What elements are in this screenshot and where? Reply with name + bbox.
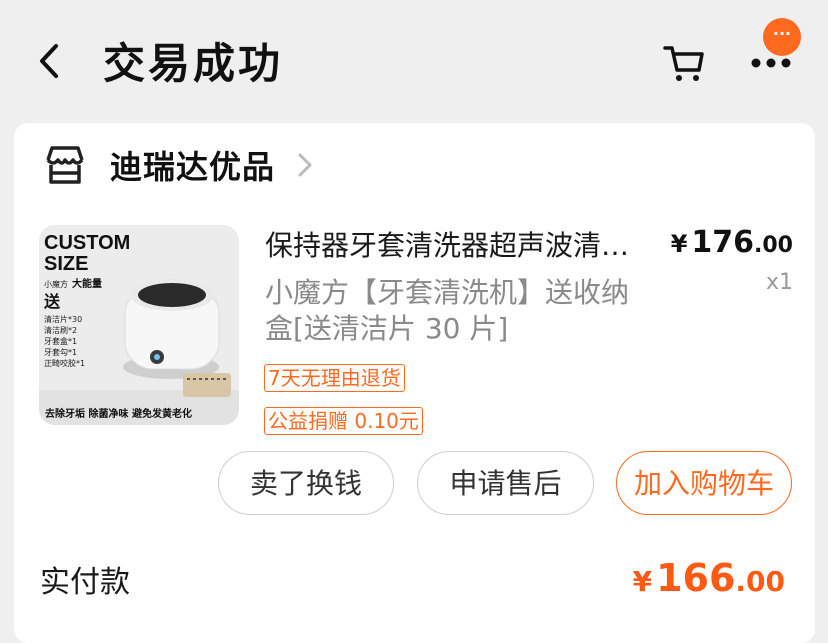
cart-button[interactable] xyxy=(660,40,708,86)
order-card: 迪瑞达优品 CUSTOM SIZE 小魔方 大能量 送 清洁片*30 清洁刷*2… xyxy=(14,123,815,643)
product-price: ¥176.00 xyxy=(671,225,793,260)
product-quantity: x1 xyxy=(765,270,793,295)
sell-button[interactable]: 卖了换钱 xyxy=(218,451,394,515)
paid-amount-label: 实付款 xyxy=(40,565,130,600)
svg-text:小魔方: 小魔方 xyxy=(44,279,68,289)
svg-text:清洁片*30: 清洁片*30 xyxy=(44,314,82,324)
add-to-cart-button[interactable]: 加入购物车 xyxy=(616,451,792,515)
price-integer: 176 xyxy=(691,225,755,260)
product-image[interactable]: CUSTOM SIZE 小魔方 大能量 送 清洁片*30 清洁刷*2 牙套盒*1… xyxy=(39,225,239,425)
charity-tag: 公益捐赠 0.10元 xyxy=(264,407,423,435)
product-title[interactable]: 保持器牙套清洗器超声波清洗机 xyxy=(265,224,655,264)
message-badge[interactable]: ··· xyxy=(763,18,801,56)
top-nav-bar: 交易成功 ··· xyxy=(0,0,828,120)
paid-symbol: ¥ xyxy=(632,565,653,598)
svg-text:牙套勾*1: 牙套勾*1 xyxy=(44,347,77,357)
page-title: 交易成功 xyxy=(103,39,284,88)
svg-text:牙套盒*1: 牙套盒*1 xyxy=(44,336,77,346)
svg-text:清洁刷*2: 清洁刷*2 xyxy=(44,325,77,335)
return-policy-tag: 7天无理由退货 xyxy=(264,364,405,392)
svg-text:送: 送 xyxy=(43,292,61,311)
product-photo: CUSTOM SIZE 小魔方 大能量 送 清洁片*30 清洁刷*2 牙套盒*1… xyxy=(39,225,239,425)
svg-text:去除牙垢 除菌净味 避免发黄老化: 去除牙垢 除菌净味 避免发黄老化 xyxy=(45,407,192,420)
shop-name: 迪瑞达优品 xyxy=(110,148,276,186)
paid-decimal: .00 xyxy=(735,565,785,598)
svg-text:大能量: 大能量 xyxy=(72,277,102,290)
back-button[interactable] xyxy=(30,38,70,84)
svg-text:SIZE: SIZE xyxy=(44,253,88,275)
svg-text:CUSTOM: CUSTOM xyxy=(44,232,130,254)
svg-text:正畸咬胶*1: 正畸咬胶*1 xyxy=(44,358,85,368)
store-icon xyxy=(46,146,84,184)
price-symbol: ¥ xyxy=(670,230,688,258)
cart-icon xyxy=(663,46,704,81)
price-decimal: .00 xyxy=(754,233,793,258)
product-spec: 小魔方【牙套清洗机】送收纳盒[送清洁片 30 片] xyxy=(265,276,630,345)
chevron-right-icon xyxy=(298,153,312,177)
after-sale-button[interactable]: 申请售后 xyxy=(417,451,594,515)
chevron-left-icon xyxy=(40,44,58,78)
paid-amount: ¥166.00 xyxy=(633,556,785,600)
paid-integer: 166 xyxy=(656,556,736,600)
shop-header[interactable]: 迪瑞达优品 xyxy=(42,141,313,189)
